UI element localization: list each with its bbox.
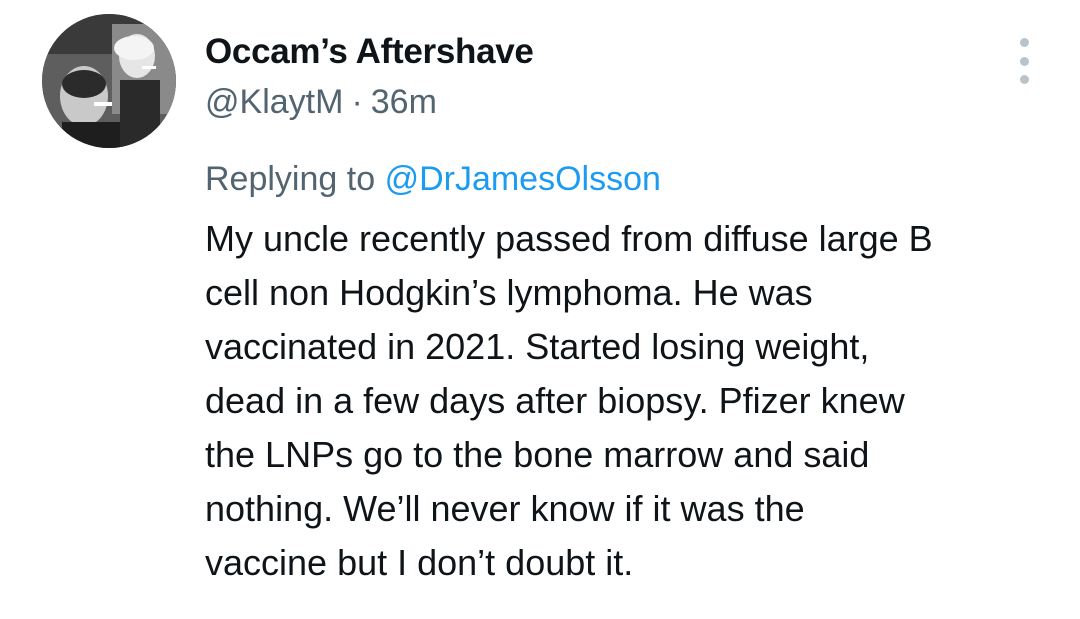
timestamp[interactable]: 36m (371, 83, 437, 121)
tweet-text-line: cell non Hodgkin’s lymphoma. He was (205, 272, 813, 313)
tweet-text-line: vaccinated in 2021. Started losing weigh… (205, 326, 870, 367)
display-name[interactable]: Occam’s Aftershave (205, 30, 534, 74)
tweet-text-line: nothing. We’ll never know if it was the (205, 488, 805, 529)
avatar[interactable] (42, 14, 176, 148)
avatar-photo (42, 14, 176, 148)
tweet-text-line: vaccine but I don’t doubt it. (205, 542, 634, 583)
tweet-text: My uncle recently passed from diffuse la… (205, 212, 1055, 590)
more-dot (1019, 56, 1029, 66)
tweet-text-line: the LNPs go to the bone marrow and said (205, 434, 870, 475)
handle[interactable]: @KlaytM (205, 83, 343, 121)
meta-separator: · (351, 83, 363, 121)
tweet-text-line: My uncle recently passed from diffuse la… (205, 218, 933, 259)
tweet-card: Occam’s Aftershave @KlaytM · 36m Replying … (0, 0, 1080, 619)
tweet-text-line: dead in a few days after biopsy. Pfizer … (205, 380, 905, 421)
reply-mention-link[interactable]: @DrJamesOlsson (385, 160, 661, 198)
more-vertical-icon[interactable] (1004, 38, 1044, 84)
more-dot (1019, 75, 1029, 84)
reply-prefix: Replying to (205, 160, 376, 198)
author-meta: @KlaytM · 36m (205, 80, 437, 124)
reply-context: Replying to @DrJamesOlsson (205, 156, 661, 202)
more-dot (1019, 38, 1029, 47)
